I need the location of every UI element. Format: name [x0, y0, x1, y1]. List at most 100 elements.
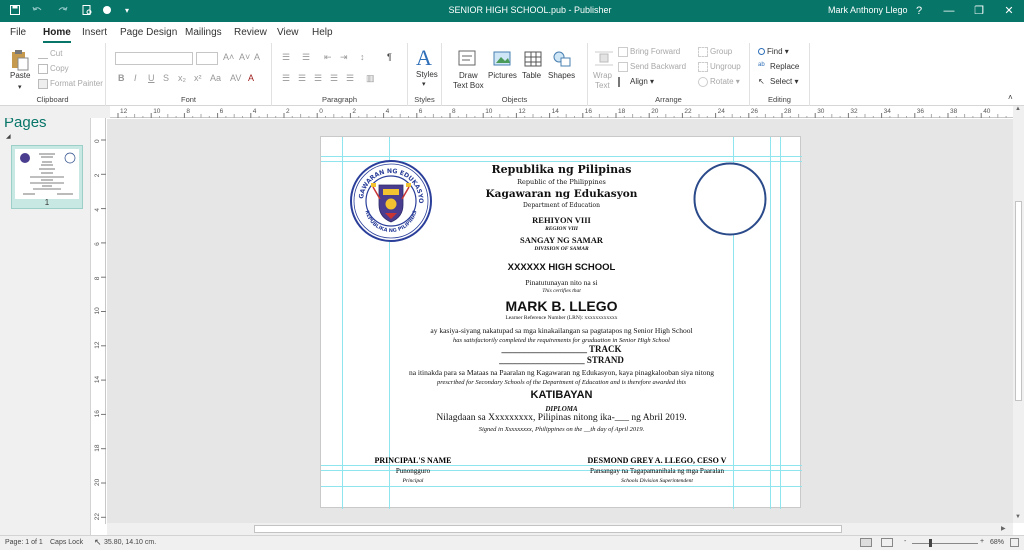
scroll-right-icon[interactable]: ▶ — [1001, 525, 1006, 532]
zoom-slider-thumb[interactable] — [929, 539, 932, 547]
republika-heading: Republika ng Pilipinas — [491, 163, 632, 176]
increase-indent-icon[interactable]: ⇥ — [340, 52, 348, 63]
tab-page-design[interactable]: Page Design — [120, 27, 177, 38]
superscript-button[interactable]: x² — [194, 73, 202, 83]
find-button[interactable]: Find ▾ — [758, 47, 789, 56]
shrink-font-button[interactable]: A˅ — [239, 52, 250, 62]
vertical-scrollbar[interactable]: ▲ ▼ — [1013, 106, 1024, 523]
clear-format-icon[interactable]: A — [254, 52, 260, 62]
styles-icon[interactable]: A — [416, 45, 432, 71]
page-indicator[interactable]: Page: 1 of 1 — [5, 539, 43, 546]
show-marks-button[interactable]: ¶ — [387, 52, 392, 62]
wrap-text-button[interactable]: Wrap — [593, 71, 612, 80]
select-button[interactable]: ↖ Select ▾ — [758, 77, 798, 87]
document-page[interactable]: KAGAWARAN NG EDUKASYON REPUBLIKA NG PILI… — [320, 136, 802, 509]
rotate-button[interactable]: Rotate ▾ — [698, 77, 740, 87]
text-box-icon[interactable] — [456, 48, 478, 70]
zoom-out-button[interactable]: - — [904, 538, 906, 545]
tab-file[interactable]: File — [10, 27, 26, 38]
vertical-scroll-thumb[interactable] — [1015, 201, 1022, 401]
bold-button[interactable]: B — [118, 73, 125, 83]
font-size-combo[interactable] — [196, 52, 218, 65]
ungroup-button[interactable]: Ungroup — [698, 62, 741, 72]
close-button[interactable]: ✕ — [994, 0, 1024, 22]
zoom-slider[interactable] — [912, 543, 978, 544]
distribute-icon[interactable]: ☰ — [346, 73, 354, 84]
tab-view[interactable]: View — [277, 27, 299, 38]
styles-button[interactable]: Styles — [416, 70, 438, 79]
minimize-button[interactable]: — — [934, 0, 964, 22]
restore-button[interactable]: ❐ — [964, 0, 994, 22]
arrange-group: Wrap Text Bring Forward Send Backward Al… — [588, 43, 750, 106]
group-button[interactable]: Group — [698, 47, 732, 57]
italic-button[interactable]: I — [134, 73, 137, 83]
font-color-button[interactable]: A — [248, 73, 254, 83]
scroll-down-icon[interactable]: ▼ — [1015, 514, 1021, 520]
scroll-up-icon[interactable]: ▲ — [1015, 106, 1021, 112]
pictures-icon[interactable] — [491, 48, 513, 70]
replace-icon: ab — [758, 62, 765, 68]
table-icon[interactable] — [522, 48, 544, 70]
replace-button[interactable]: ab Replace — [758, 62, 799, 72]
align-center-icon[interactable]: ☰ — [298, 73, 306, 84]
strikethrough-button[interactable]: S — [163, 73, 169, 83]
align-left-icon[interactable]: ☰ — [282, 73, 290, 84]
font-name-combo[interactable] — [115, 52, 193, 65]
cut-button[interactable]: Cut — [38, 49, 62, 59]
format-painter-button[interactable]: Format Painter — [38, 79, 103, 89]
undo-icon[interactable] — [30, 4, 44, 20]
save-icon[interactable] — [8, 4, 22, 20]
user-name[interactable]: Mark Anthony Llego — [828, 5, 908, 15]
tab-mailings[interactable]: Mailings — [185, 27, 222, 38]
bring-forward-button[interactable]: Bring Forward — [618, 47, 680, 57]
two-page-view-icon[interactable] — [881, 538, 893, 547]
help-button[interactable]: ? — [904, 0, 934, 22]
vertical-ruler[interactable]: 0 2 4 6 8 10 12 14 16 18 20 22 — [92, 118, 106, 524]
underline-button[interactable]: U — [148, 73, 155, 83]
wrap-text-icon[interactable] — [593, 48, 615, 70]
ruler-label: 40 — [983, 108, 991, 115]
ruler-label: 22 — [94, 513, 101, 521]
shapes-button[interactable]: Shapes — [548, 71, 575, 80]
align-button[interactable]: Align ▾ — [618, 77, 654, 87]
collapse-ribbon-icon[interactable]: ˄ — [1008, 93, 1013, 102]
decrease-indent-icon[interactable]: ⇤ — [324, 52, 332, 63]
zoom-level[interactable]: 68% — [990, 539, 1004, 546]
bullets-icon[interactable]: ☰ — [282, 52, 290, 63]
pictures-button[interactable]: Pictures — [488, 71, 517, 80]
tab-insert[interactable]: Insert — [82, 27, 107, 38]
collapse-panel-icon[interactable]: ◢ — [6, 133, 11, 140]
numbering-icon[interactable]: ☰ — [302, 52, 310, 63]
justify-icon[interactable]: ☰ — [330, 73, 338, 84]
tab-review[interactable]: Review — [234, 27, 267, 38]
styles-group: A Styles ▾ Styles — [408, 43, 442, 106]
change-case-button[interactable]: Aa — [210, 73, 221, 83]
share-icon[interactable] — [100, 4, 114, 20]
line-spacing-icon[interactable]: ↕ — [360, 52, 365, 62]
draw-text-box-button[interactable]: Draw — [459, 71, 478, 80]
copy-button[interactable]: Copy — [38, 64, 69, 74]
character-spacing-button[interactable]: AV — [230, 73, 241, 83]
horizontal-ruler[interactable]: 12 10 8 6 4 2 0 2 4 6 8 10 12 14 16 18 20 22 24 26 28 30 32 34 3… — [110, 106, 1014, 118]
tab-help[interactable]: Help — [312, 27, 333, 38]
send-backward-button[interactable]: Send Backward — [618, 62, 686, 72]
shapes-icon[interactable] — [551, 48, 573, 70]
tab-home[interactable]: Home — [43, 27, 71, 43]
columns-icon[interactable]: ▥ — [366, 73, 375, 84]
page-thumbnail[interactable]: 1 — [11, 145, 83, 209]
redo-icon[interactable] — [56, 4, 70, 20]
fit-page-icon[interactable] — [1010, 538, 1019, 547]
grow-font-button[interactable]: A˄ — [223, 52, 234, 62]
paste-button[interactable]: Paste — [10, 71, 30, 80]
horizontal-scroll-thumb[interactable] — [254, 525, 842, 533]
single-page-view-icon[interactable] — [860, 538, 872, 547]
table-button[interactable]: Table — [522, 71, 541, 80]
paste-icon[interactable] — [9, 49, 31, 71]
align-right-icon[interactable]: ☰ — [314, 73, 322, 84]
print-preview-icon[interactable] — [80, 4, 94, 20]
ruler-label: 28 — [784, 108, 792, 115]
horizontal-scrollbar[interactable]: ▶ — [107, 523, 1013, 535]
zoom-in-button[interactable]: + — [980, 538, 984, 545]
subscript-button[interactable]: x₂ — [178, 73, 186, 83]
customize-qat-icon[interactable]: ▾ — [120, 4, 134, 18]
